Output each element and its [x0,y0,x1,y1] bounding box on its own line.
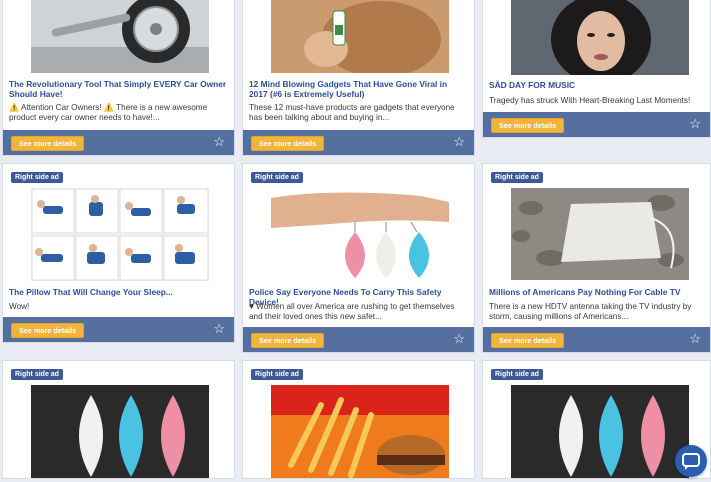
ad-badge: Right side ad [251,369,303,380]
ad-badge: Right side ad [251,172,303,183]
ad-image-car-wheel[interactable] [31,0,209,73]
ad-card-alarms-2[interactable]: Right side ad [2,360,235,479]
ad-title[interactable]: 12 Mind Blowing Gadgets That Have Gone V… [249,79,468,99]
star-icon[interactable]: ☆ [689,332,701,346]
ad-card-car-tool[interactable]: The Revolutionary Tool That Simply EVERY… [2,0,235,156]
ad-card-pillow[interactable]: Right side ad The Pillow That Will Chang… [2,163,235,343]
ad-description: Wow! [9,302,30,311]
star-icon[interactable]: ☆ [453,135,465,149]
ad-card-safety-device[interactable]: Right side ad Police Say Everyone Needs … [242,163,475,353]
see-more-details-button[interactable]: See more details [11,136,85,151]
ad-card-fries[interactable]: Right side ad [242,360,475,479]
ad-image-tv-antenna[interactable] [511,188,689,280]
ad-badge: Right side ad [11,369,63,380]
ad-badge: Right side ad [491,172,543,183]
ad-image-safety-alarms[interactable] [271,188,449,280]
ad-title[interactable]: The Pillow That Will Change Your Sleep..… [9,287,228,297]
see-more-details-button[interactable]: See more details [491,118,565,133]
ad-footer: See more details ☆ [3,317,234,342]
ad-image-fries-burger[interactable] [271,385,449,478]
ad-title[interactable]: Millions of Americans Pay Nothing For Ca… [489,287,704,297]
ad-title[interactable]: The Revolutionary Tool That Simply EVERY… [9,79,228,99]
ad-description: ⚠️ Attention Car Owners! ⚠️ There is a n… [9,103,208,122]
star-icon[interactable]: ☆ [453,332,465,346]
ad-badge: Right side ad [491,369,543,380]
ad-title[interactable]: SĂD DAY FOR MUSIC [489,80,704,90]
ad-description: ♥ Women all over America are rushing to … [249,302,455,321]
chat-bubble-icon [682,453,700,470]
ad-card-sad-music[interactable]: SĂD DAY FOR MUSIC Tragedy has struck Wit… [482,0,711,138]
star-icon[interactable]: ☆ [213,322,225,336]
ad-image-singer[interactable] [511,0,689,75]
ad-description: There is a new HDTV antenna taking the T… [489,302,692,321]
ad-image-sleep-positions[interactable] [31,188,209,281]
ad-footer: See more details ☆ [483,112,710,137]
ad-badge: Right side ad [11,172,63,183]
see-more-details-button[interactable]: See more details [11,323,85,338]
see-more-details-button[interactable]: See more details [491,333,565,348]
star-icon[interactable]: ☆ [689,117,701,131]
ad-footer: See more details ☆ [243,327,474,352]
star-icon[interactable]: ☆ [213,135,225,149]
ad-image-safety-alarms[interactable] [511,385,689,478]
ad-footer: See more details ☆ [483,327,710,352]
see-more-details-button[interactable]: See more details [251,136,325,151]
ad-card-cable-tv[interactable]: Right side ad Millions of Americans Pay … [482,163,711,353]
ad-footer: See more details ☆ [243,130,474,155]
ad-description: Tragedy has struck With Heart-Breaking L… [489,96,691,105]
ad-image-dog-gadget[interactable] [271,0,449,73]
ad-image-safety-alarms[interactable] [31,385,209,478]
ad-description: These 12 must-have products are gadgets … [249,103,455,122]
ad-footer: See more details ☆ [3,130,234,155]
chat-widget-button[interactable] [675,445,707,477]
ad-card-gadgets[interactable]: 12 Mind Blowing Gadgets That Have Gone V… [242,0,475,156]
see-more-details-button[interactable]: See more details [251,333,325,348]
